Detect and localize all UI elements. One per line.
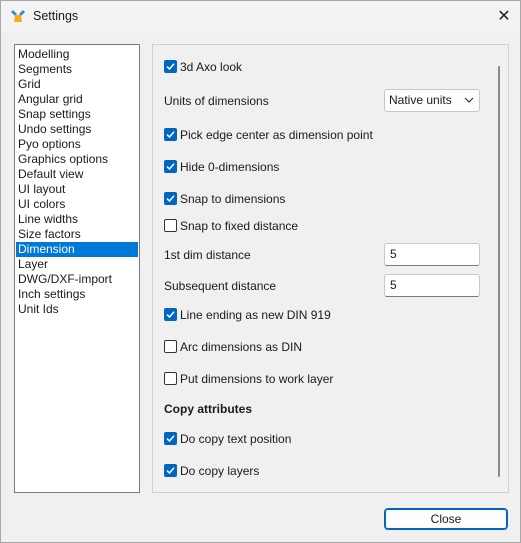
line-ending-label: Line ending as new DIN 919	[180, 308, 331, 322]
sidebar-item[interactable]: Default view	[16, 167, 138, 182]
close-icon[interactable]: ✕	[495, 7, 513, 25]
sidebar-item[interactable]: UI layout	[16, 182, 138, 197]
sidebar-item[interactable]: Inch settings	[16, 287, 138, 302]
units-label: Units of dimensions	[164, 94, 269, 108]
line-ending-checkbox[interactable]	[164, 308, 177, 321]
sidebar-item[interactable]: Undo settings	[16, 122, 138, 137]
copy-text-position-checkbox[interactable]	[164, 432, 177, 445]
sidebar-item[interactable]: Pyo options	[16, 137, 138, 152]
sidebar-item[interactable]: Layer	[16, 257, 138, 272]
snap-to-dimensions-label: Snap to dimensions	[180, 192, 286, 206]
vertical-scrollbar[interactable]	[498, 66, 500, 477]
title-bar: Settings ✕	[1, 1, 520, 32]
sidebar-item[interactable]: Unit Ids	[16, 302, 138, 317]
snap-to-dimensions-checkbox[interactable]	[164, 192, 177, 205]
sidebar-item[interactable]: Dimension	[16, 242, 138, 257]
first-dim-distance-input[interactable]: 5	[384, 243, 480, 266]
sidebar-item[interactable]: Graphics options	[16, 152, 138, 167]
sidebar-item[interactable]: DWG/DXF-import	[16, 272, 138, 287]
settings-app-icon	[11, 10, 25, 22]
sidebar-item[interactable]: Line widths	[16, 212, 138, 227]
sidebar-item[interactable]: UI colors	[16, 197, 138, 212]
sidebar-item[interactable]: Size factors	[16, 227, 138, 242]
axo-look-label: 3d Axo look	[180, 60, 243, 74]
checkmark-icon	[166, 311, 175, 319]
pick-edge-center-label: Pick edge center as dimension point	[180, 128, 373, 142]
sidebar-item[interactable]: Grid	[16, 77, 138, 92]
work-layer-label: Put dimensions to work layer	[180, 372, 334, 386]
checkmark-icon	[166, 435, 175, 443]
dimension-settings-panel: 3d Axo look Units of dimensions Native u…	[152, 44, 509, 493]
copy-layers-label: Do copy layers	[180, 464, 260, 478]
copy-text-position-label: Do copy text position	[180, 432, 292, 446]
copy-layers-checkbox[interactable]	[164, 464, 177, 477]
sidebar-item[interactable]: Snap settings	[16, 107, 138, 122]
work-layer-checkbox[interactable]	[164, 372, 177, 385]
arc-din-checkbox[interactable]	[164, 340, 177, 353]
sidebar-item[interactable]: Modelling	[16, 47, 138, 62]
checkmark-icon	[166, 63, 175, 71]
checkmark-icon	[166, 131, 175, 139]
units-select[interactable]: Native units	[384, 89, 480, 112]
pick-edge-center-checkbox[interactable]	[164, 128, 177, 141]
hide-zero-label: Hide 0-dimensions	[180, 160, 280, 174]
close-button[interactable]: Close	[384, 508, 508, 530]
sidebar-item[interactable]: Segments	[16, 62, 138, 77]
chevron-down-icon	[464, 97, 474, 103]
subsequent-distance-label: Subsequent distance	[164, 279, 277, 293]
checkmark-icon	[166, 163, 175, 171]
snap-fixed-distance-checkbox[interactable]	[164, 219, 177, 232]
window-title: Settings	[33, 9, 79, 23]
arc-din-label: Arc dimensions as DIN	[180, 340, 303, 354]
checkmark-icon	[166, 467, 175, 475]
hide-zero-checkbox[interactable]	[164, 160, 177, 173]
first-dim-distance-label: 1st dim distance	[164, 248, 251, 262]
checkmark-icon	[166, 195, 175, 203]
snap-fixed-distance-label: Snap to fixed distance	[180, 219, 299, 233]
units-select-value: Native units	[389, 93, 452, 107]
sidebar-item[interactable]: Angular grid	[16, 92, 138, 107]
subsequent-distance-input[interactable]: 5	[384, 274, 480, 297]
settings-window: Settings ✕ Modelling Segments Grid Angular …	[0, 0, 521, 543]
copy-attributes-heading: Copy attributes	[164, 402, 253, 416]
axo-look-checkbox[interactable]	[164, 60, 177, 73]
category-list[interactable]: Modelling Segments Grid Angular grid Snap se…	[14, 44, 140, 493]
